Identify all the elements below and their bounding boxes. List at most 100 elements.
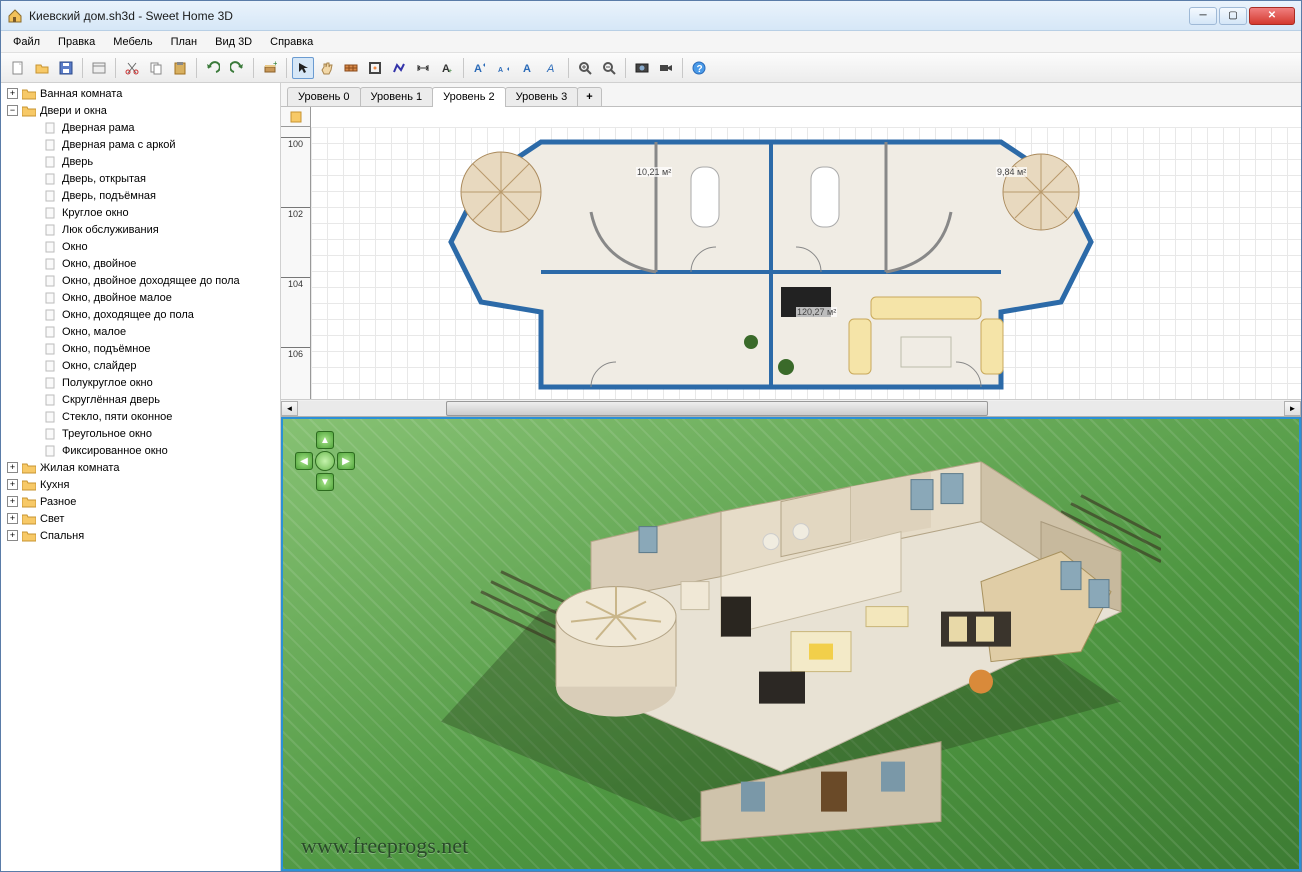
item-label: Окно	[62, 241, 88, 253]
nav-down-button[interactable]: ▼	[316, 473, 334, 491]
item-label: Люк обслуживания	[62, 224, 159, 236]
catalog-category[interactable]: +Разное	[3, 493, 278, 510]
plan-canvas[interactable]: 10,21 м² 9,84 м² 120,27 м²	[311, 127, 1301, 399]
text-smaller-button[interactable]: A	[493, 57, 515, 79]
help-button[interactable]: ?	[688, 57, 710, 79]
folder-icon	[22, 462, 36, 474]
menu-3dview[interactable]: Вид 3D	[207, 34, 260, 50]
level-tabs: Уровень 0Уровень 1Уровень 2Уровень 3+	[281, 83, 1301, 107]
catalog-category[interactable]: +Свет	[3, 510, 278, 527]
redo-button[interactable]	[226, 57, 248, 79]
catalog-tree[interactable]: +Ванная комната−Двери и окнаДверная рама…	[1, 83, 280, 871]
room-tool-button[interactable]	[364, 57, 386, 79]
catalog-item[interactable]: Полукруглое окно	[3, 374, 278, 391]
catalog-item[interactable]: Окно, малое	[3, 323, 278, 340]
minimize-button[interactable]: ─	[1189, 7, 1217, 25]
catalog-item[interactable]: Окно, доходящее до пола	[3, 306, 278, 323]
catalog-item[interactable]: Скруглённая дверь	[3, 391, 278, 408]
item-label: Круглое окно	[62, 207, 129, 219]
text-bigger-button[interactable]: A	[469, 57, 491, 79]
catalog-item[interactable]: Стекло, пяти оконное	[3, 408, 278, 425]
scroll-left-button[interactable]: ◄	[281, 401, 298, 416]
item-icon	[44, 173, 58, 185]
level-tab[interactable]: Уровень 3	[505, 87, 579, 106]
italic-button[interactable]: A	[541, 57, 563, 79]
catalog-item[interactable]: Окно	[3, 238, 278, 255]
item-icon	[44, 190, 58, 202]
close-button[interactable]: ✕	[1249, 7, 1295, 25]
undo-button[interactable]	[202, 57, 224, 79]
menu-help[interactable]: Справка	[262, 34, 321, 50]
expand-toggle[interactable]: +	[7, 496, 18, 507]
catalog-item[interactable]: Дверь, открытая	[3, 170, 278, 187]
menu-furniture[interactable]: Мебель	[105, 34, 160, 50]
catalog-item[interactable]: Окно, слайдер	[3, 357, 278, 374]
scroll-track[interactable]	[298, 401, 1284, 416]
catalog-item[interactable]: Окно, двойное	[3, 255, 278, 272]
catalog-item[interactable]: Дверная рама	[3, 119, 278, 136]
nav-up-button[interactable]: ▲	[316, 431, 334, 449]
view-3d-panel[interactable]: ▲ ▼ ◀ ▶ www.freeprogs.net	[281, 417, 1301, 871]
folder-icon	[22, 479, 36, 491]
wall-tool-button[interactable]	[340, 57, 362, 79]
photo-button[interactable]	[631, 57, 653, 79]
bold-button[interactable]: A	[517, 57, 539, 79]
catalog-item[interactable]: Круглое окно	[3, 204, 278, 221]
polyline-tool-button[interactable]	[388, 57, 410, 79]
scroll-thumb[interactable]	[446, 401, 988, 416]
menu-file[interactable]: Файл	[5, 34, 48, 50]
catalog-item[interactable]: Люк обслуживания	[3, 221, 278, 238]
menu-edit[interactable]: Правка	[50, 34, 103, 50]
app-icon	[7, 8, 23, 24]
catalog-item[interactable]: Окно, двойное малое	[3, 289, 278, 306]
catalog-category[interactable]: +Ванная комната	[3, 85, 278, 102]
cut-button[interactable]	[121, 57, 143, 79]
catalog-item[interactable]: Дверь, подъёмная	[3, 187, 278, 204]
copy-button[interactable]	[145, 57, 167, 79]
pan-tool-button[interactable]	[316, 57, 338, 79]
catalog-item[interactable]: Дверь	[3, 153, 278, 170]
zoom-in-button[interactable]	[574, 57, 596, 79]
text-tool-button[interactable]: A+	[436, 57, 458, 79]
dimension-tool-button[interactable]	[412, 57, 434, 79]
level-tab[interactable]: Уровень 0	[287, 87, 361, 106]
expand-toggle[interactable]: +	[7, 530, 18, 541]
video-button[interactable]	[655, 57, 677, 79]
add-level-button[interactable]: +	[577, 87, 601, 106]
catalog-category[interactable]: +Спальня	[3, 527, 278, 544]
expand-toggle[interactable]: −	[7, 105, 18, 116]
catalog-category[interactable]: +Кухня	[3, 476, 278, 493]
item-icon	[44, 428, 58, 440]
maximize-button[interactable]: ▢	[1219, 7, 1247, 25]
level-tab[interactable]: Уровень 2	[432, 87, 506, 107]
plan-scrollbar-horizontal[interactable]: ◄ ►	[281, 399, 1301, 416]
expand-toggle[interactable]: +	[7, 88, 18, 99]
level-tab[interactable]: Уровень 1	[360, 87, 434, 106]
catalog-category[interactable]: −Двери и окна	[3, 102, 278, 119]
open-file-button[interactable]	[31, 57, 53, 79]
menu-plan[interactable]: План	[163, 34, 206, 50]
catalog-item[interactable]: Дверная рама с аркой	[3, 136, 278, 153]
nav-left-button[interactable]: ◀	[295, 452, 313, 470]
add-furniture-button[interactable]: +	[259, 57, 281, 79]
select-tool-button[interactable]	[292, 57, 314, 79]
catalog-category[interactable]: +Жилая комната	[3, 459, 278, 476]
catalog-item[interactable]: Фиксированное окно	[3, 442, 278, 459]
preferences-button[interactable]	[88, 57, 110, 79]
item-icon	[44, 258, 58, 270]
zoom-out-button[interactable]	[598, 57, 620, 79]
toolbar-separator	[682, 58, 683, 78]
save-file-button[interactable]	[55, 57, 77, 79]
nav-center-button[interactable]	[315, 451, 335, 471]
nav-right-button[interactable]: ▶	[337, 452, 355, 470]
paste-button[interactable]	[169, 57, 191, 79]
ruler-tick: 100	[281, 137, 310, 150]
catalog-item[interactable]: Окно, двойное доходящее до пола	[3, 272, 278, 289]
catalog-item[interactable]: Окно, подъёмное	[3, 340, 278, 357]
expand-toggle[interactable]: +	[7, 462, 18, 473]
new-file-button[interactable]	[7, 57, 29, 79]
scroll-right-button[interactable]: ►	[1284, 401, 1301, 416]
expand-toggle[interactable]: +	[7, 479, 18, 490]
expand-toggle[interactable]: +	[7, 513, 18, 524]
catalog-item[interactable]: Треугольное окно	[3, 425, 278, 442]
